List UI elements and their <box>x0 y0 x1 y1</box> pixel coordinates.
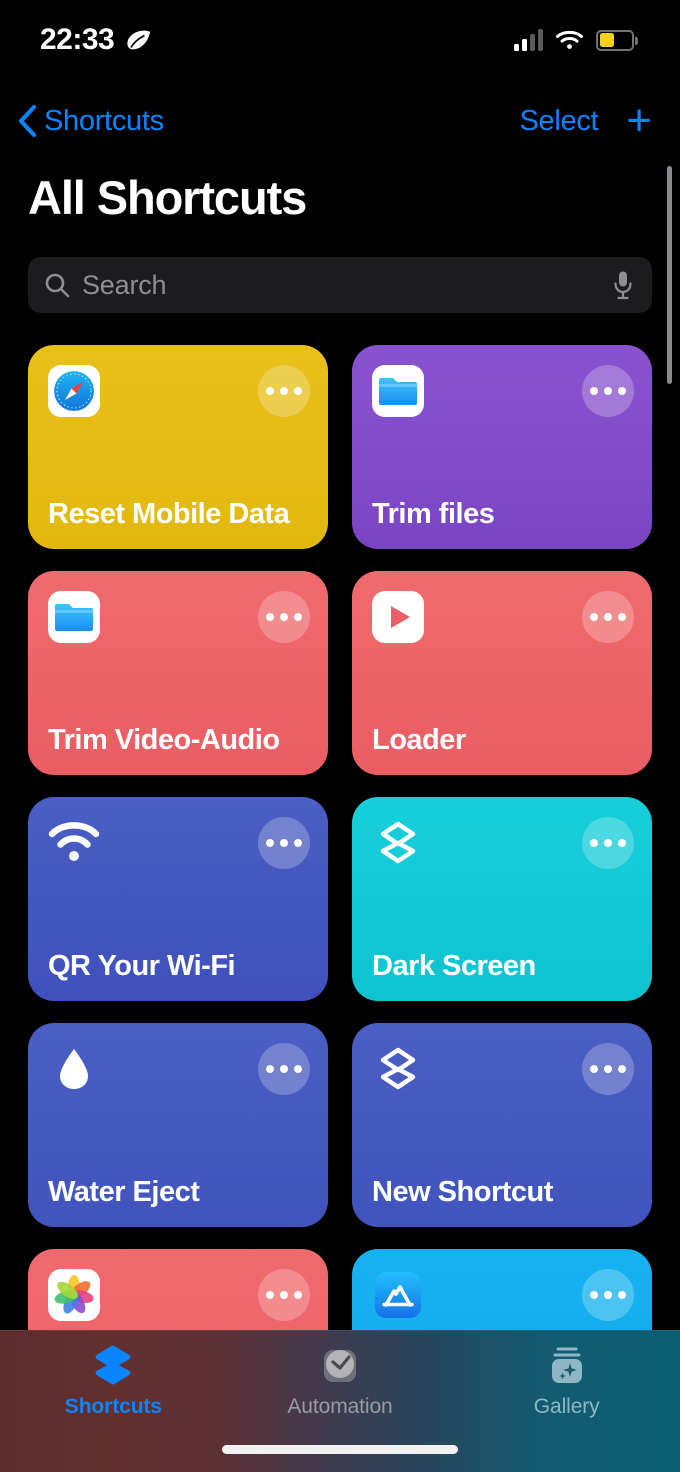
shortcut-card-title: Water Eject <box>48 1176 200 1208</box>
automation-clock-icon <box>317 1343 363 1389</box>
shortcut-card-title: Loader <box>372 724 466 756</box>
shortcut-card-icon <box>372 365 424 417</box>
shortcut-menu-button[interactable] <box>258 1043 310 1095</box>
tab-gallery[interactable]: Gallery <box>453 1331 680 1423</box>
photos-app-icon <box>48 1269 100 1321</box>
shortcut-card[interactable]: Loader <box>352 571 652 775</box>
tab-gallery-label: Gallery <box>533 1395 600 1418</box>
shortcut-menu-button[interactable] <box>582 817 634 869</box>
vertical-scrollbar[interactable] <box>667 166 672 384</box>
microphone-icon[interactable] <box>612 270 634 300</box>
shortcut-card[interactable]: New Shortcut <box>352 1023 652 1227</box>
chevron-left-icon <box>16 104 38 138</box>
shortcut-card-title: QR Your Wi-Fi <box>48 950 236 982</box>
shortcut-card-icon <box>48 1043 100 1095</box>
status-bar-left: 22:33 <box>40 23 151 57</box>
back-button[interactable]: Shortcuts <box>16 104 164 138</box>
tab-list: Shortcuts Automation Gallery <box>0 1331 680 1423</box>
leaf-icon <box>125 30 151 50</box>
files-folder-icon <box>48 591 100 643</box>
shortcuts-layers-icon <box>90 1343 136 1389</box>
search-bar[interactable]: Search <box>28 257 652 313</box>
shortcut-card[interactable]: QR Your Wi-Fi <box>28 797 328 1001</box>
shortcut-menu-button[interactable] <box>582 1269 634 1321</box>
app-store-icon <box>372 1269 424 1321</box>
tab-shortcuts[interactable]: Shortcuts <box>0 1331 227 1423</box>
navigation-bar-actions: Select + <box>519 99 652 143</box>
shortcut-card-title: Trim files <box>372 498 495 530</box>
shortcut-card[interactable]: Reset Mobile Data <box>28 345 328 549</box>
shortcut-card-title: Trim Video-Audio <box>48 724 280 756</box>
tab-automation[interactable]: Automation <box>227 1331 454 1423</box>
play-button-icon <box>372 591 424 643</box>
navigation-bar: Shortcuts Select + <box>0 95 680 147</box>
shortcut-card-title: Dark Screen <box>372 950 536 982</box>
tab-automation-label: Automation <box>287 1395 393 1418</box>
shortcut-card-icon <box>48 365 100 417</box>
shortcut-card[interactable]: Trim Video-Audio <box>28 571 328 775</box>
shortcut-card[interactable]: Dark Screen <box>352 797 652 1001</box>
cellular-signal-icon <box>514 29 543 51</box>
search-icon <box>44 272 70 298</box>
shortcut-card-icon <box>372 591 424 643</box>
shortcut-card-icon <box>372 817 424 869</box>
status-time: 22:33 <box>40 23 115 56</box>
shortcut-card-title: Reset Mobile Data <box>48 498 290 530</box>
search-input[interactable]: Search <box>82 270 600 301</box>
shortcut-menu-button[interactable] <box>582 365 634 417</box>
select-button[interactable]: Select <box>519 105 598 138</box>
shortcut-menu-button[interactable] <box>258 817 310 869</box>
shortcut-card-title: New Shortcut <box>372 1176 553 1208</box>
tab-shortcuts-label: Shortcuts <box>64 1395 162 1418</box>
shortcut-card-icon <box>372 1269 424 1321</box>
shortcut-card-icon <box>372 1043 424 1095</box>
safari-compass-icon <box>48 365 100 417</box>
shortcuts-app-screen: 22:33 Shortcuts Select + All Shortcuts S… <box>0 0 680 1472</box>
wifi-icon <box>556 30 583 50</box>
shortcut-card[interactable]: Water Eject <box>28 1023 328 1227</box>
shortcut-menu-button[interactable] <box>582 591 634 643</box>
water-droplet-icon <box>48 1049 100 1099</box>
status-bar: 22:33 <box>0 0 680 80</box>
back-button-label: Shortcuts <box>44 104 164 137</box>
shortcuts-layers-icon <box>372 821 424 873</box>
home-indicator <box>222 1445 458 1454</box>
shortcut-card-icon <box>48 817 100 869</box>
shortcut-card-icon <box>48 591 100 643</box>
tab-bar: Shortcuts Automation Gallery <box>0 1330 680 1472</box>
battery-icon <box>596 29 638 51</box>
files-folder-icon <box>372 365 424 417</box>
shortcut-menu-button[interactable] <box>258 365 310 417</box>
gallery-sparkle-icon <box>544 1343 590 1389</box>
shortcut-menu-button[interactable] <box>258 1269 310 1321</box>
add-shortcut-button[interactable]: + <box>626 99 652 143</box>
status-bar-right <box>514 29 638 51</box>
page-title: All Shortcuts <box>28 171 307 224</box>
shortcut-card[interactable]: Trim files <box>352 345 652 549</box>
shortcut-menu-button[interactable] <box>582 1043 634 1095</box>
shortcuts-grid: Reset Mobile Data Trim files Trim Video-Au… <box>28 345 652 1453</box>
shortcut-menu-button[interactable] <box>258 591 310 643</box>
shortcuts-layers-icon <box>372 1047 424 1099</box>
shortcut-card-icon <box>48 1269 100 1321</box>
wifi-icon <box>48 822 100 873</box>
